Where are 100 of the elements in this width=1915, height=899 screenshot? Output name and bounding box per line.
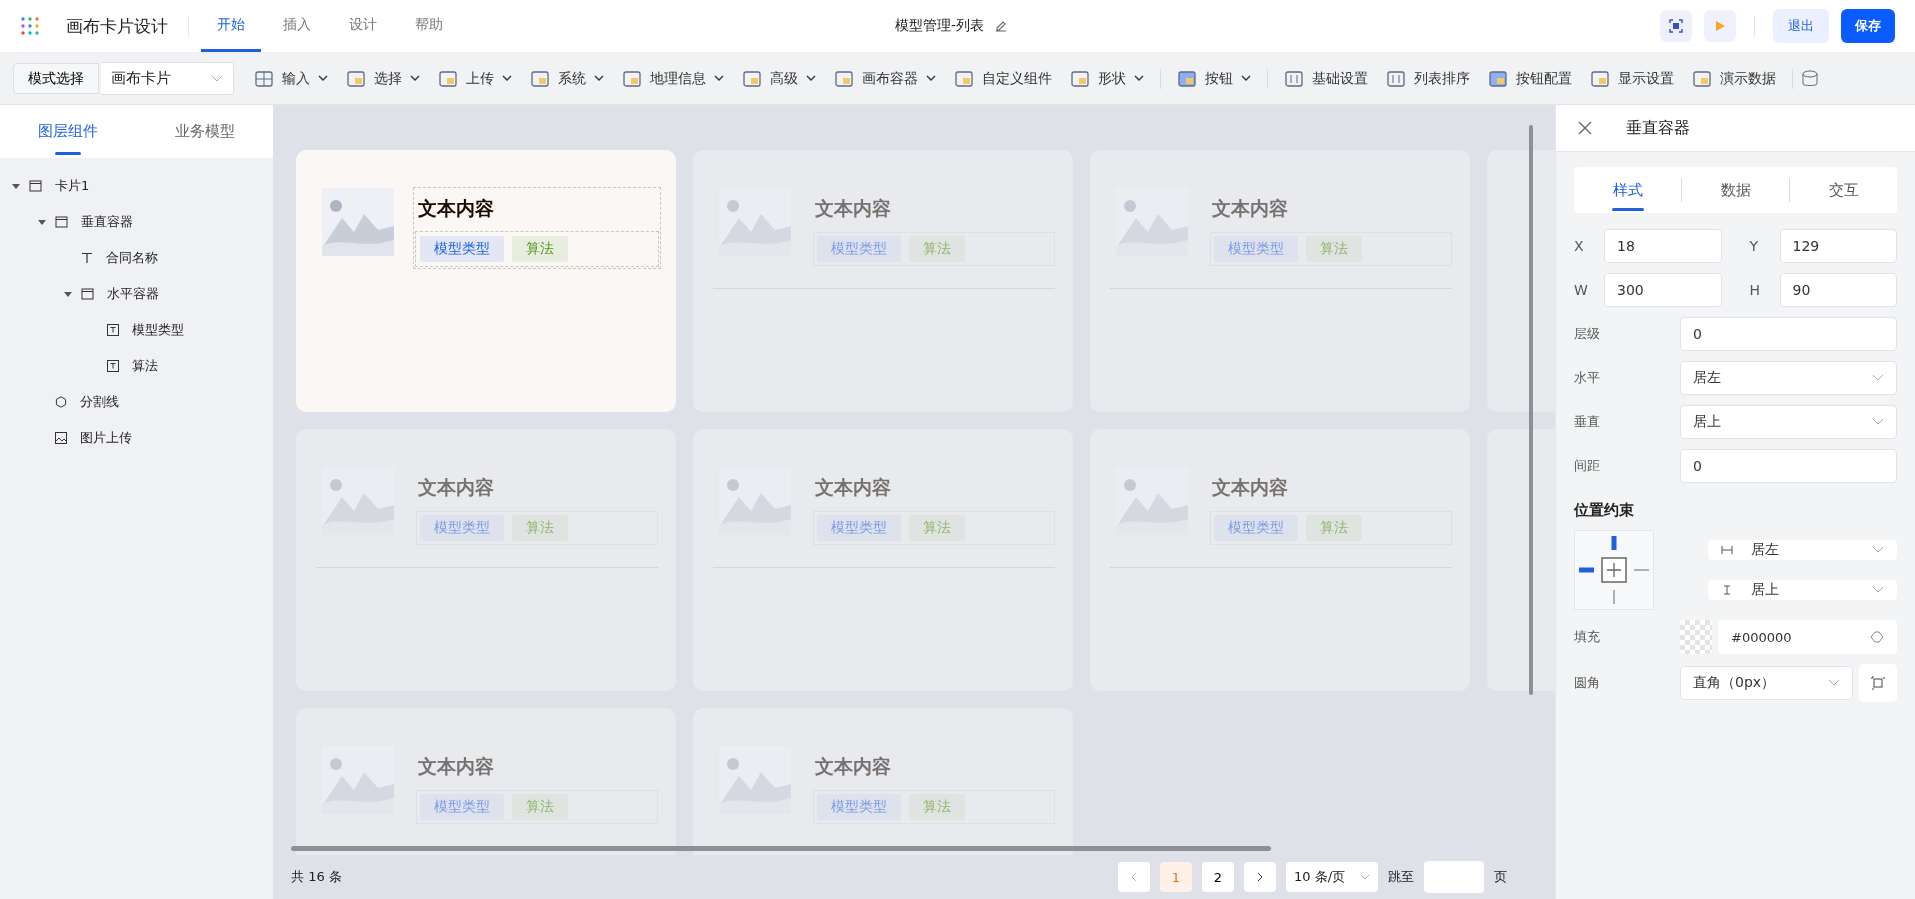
- save-button[interactable]: 保存: [1841, 9, 1895, 43]
- focus-button[interactable]: [1660, 10, 1692, 42]
- total-count: 共 16 条: [291, 868, 342, 886]
- layer-item[interactable]: 水平容器: [107, 285, 159, 303]
- toolbar-item[interactable]: 演示数据: [1684, 61, 1784, 96]
- tag: 模型类型: [1214, 236, 1298, 262]
- panel-icon: [622, 68, 642, 89]
- layer-item[interactable]: 垂直容器: [81, 213, 133, 231]
- toolbar-item[interactable]: 输入: [246, 61, 336, 96]
- focus-icon: [1669, 19, 1683, 33]
- toolbar-item[interactable]: 按钮: [1169, 61, 1259, 96]
- panel-tab[interactable]: 图层组件: [0, 105, 137, 158]
- toolbar-item[interactable]: 形状: [1062, 61, 1152, 96]
- dropdown[interactable]: 居上: [1708, 580, 1897, 600]
- panel-icon: [1177, 68, 1197, 89]
- play-button[interactable]: [1704, 10, 1736, 42]
- toolbar-item[interactable]: 系统: [522, 61, 612, 96]
- tag: 模型类型: [420, 515, 504, 541]
- card-title: 文本内容: [814, 196, 892, 221]
- layer-item[interactable]: 分割线: [80, 393, 119, 411]
- card-title: 文本内容: [1211, 475, 1289, 500]
- caret-icon[interactable]: [38, 218, 46, 226]
- page-button[interactable]: 2: [1202, 862, 1234, 892]
- dropdown[interactable]: 居左: [1680, 361, 1897, 395]
- mode-select-button[interactable]: 模式选择: [13, 63, 99, 94]
- text-box-icon: [107, 324, 119, 336]
- panel-title: 垂直容器: [1626, 117, 1690, 139]
- tag: 算法: [512, 794, 568, 820]
- tag: 模型类型: [817, 794, 901, 820]
- toolbar-item[interactable]: 画布容器: [826, 61, 944, 96]
- tag: 算法: [1306, 236, 1362, 262]
- layer-item[interactable]: 模型类型: [132, 321, 184, 339]
- tag: 模型类型: [420, 236, 504, 262]
- dropdown[interactable]: 直角（0px）: [1680, 666, 1853, 700]
- settings-tab[interactable]: 数据: [1682, 167, 1789, 213]
- app-grid-icon[interactable]: [20, 16, 40, 36]
- field-label: Y: [1749, 238, 1760, 254]
- height-icon: [1721, 585, 1733, 595]
- list-card[interactable]: 文本内容 模型类型 算法: [693, 429, 1073, 691]
- list-card[interactable]: 文本内容 模型类型 算法: [693, 708, 1073, 855]
- field-label: 间距: [1574, 457, 1601, 475]
- grid-icon: [254, 68, 274, 89]
- list-card[interactable]: 文本内容 模型类型 算法: [693, 150, 1073, 412]
- number-field[interactable]: 90: [1779, 273, 1897, 307]
- number-field[interactable]: 300: [1604, 273, 1722, 307]
- toolbar-item[interactable]: 上传: [430, 61, 520, 96]
- number-field[interactable]: 129: [1779, 229, 1897, 263]
- layer-item[interactable]: 图片上传: [80, 429, 132, 447]
- database-icon[interactable]: [1801, 68, 1821, 89]
- nav-tab[interactable]: 设计: [333, 0, 393, 52]
- color-swatch[interactable]: [1680, 620, 1712, 654]
- list-card[interactable]: 文本内容 模型类型 算法: [1090, 429, 1470, 691]
- list-card[interactable]: 文本内容 模型类型 算法: [296, 708, 676, 855]
- toolbar-item[interactable]: 列表排序: [1378, 61, 1478, 96]
- toolbar-item[interactable]: 自定义组件: [946, 61, 1060, 96]
- list-card[interactable]: 文本内容 模型类型 算法: [1090, 150, 1470, 412]
- corner-button[interactable]: [1859, 664, 1897, 702]
- settings-tab[interactable]: 交互: [1790, 167, 1897, 213]
- layer-item[interactable]: 卡片1: [55, 177, 90, 195]
- dropdown[interactable]: 居上: [1680, 405, 1897, 439]
- nav-tab[interactable]: 插入: [267, 0, 327, 52]
- toolbar-item[interactable]: 显示设置: [1582, 61, 1682, 96]
- toolbar-item[interactable]: 按钮配置: [1480, 61, 1580, 96]
- page-input[interactable]: [1424, 861, 1484, 893]
- exit-button[interactable]: 退出: [1773, 9, 1829, 43]
- toolbar-item[interactable]: 地理信息: [614, 61, 732, 96]
- caret-icon[interactable]: [12, 182, 20, 190]
- panel-tab[interactable]: 业务模型: [136, 105, 273, 158]
- constraint-widget[interactable]: [1574, 530, 1654, 610]
- list-card[interactable]: 文本内容 模型类型 算法: [296, 150, 676, 412]
- image-placeholder: [322, 188, 394, 256]
- number-field[interactable]: 18: [1604, 229, 1722, 263]
- page-size-select[interactable]: 10 条/页: [1286, 862, 1378, 892]
- toolbar-item[interactable]: 高级: [734, 61, 824, 96]
- dropdown[interactable]: 居左: [1708, 540, 1897, 560]
- close-icon[interactable]: [1578, 121, 1592, 135]
- panel-icon: [742, 68, 762, 89]
- layer-item[interactable]: 合同名称: [106, 249, 158, 267]
- settings-tab[interactable]: 样式: [1574, 167, 1681, 213]
- scrollbar[interactable]: [291, 846, 1271, 851]
- list-card[interactable]: 文本内容 模型类型 算法: [296, 429, 676, 691]
- width-icon: [1721, 545, 1733, 555]
- tag: 模型类型: [817, 236, 901, 262]
- toolbar-item[interactable]: 基础设置: [1276, 61, 1376, 96]
- caret-icon[interactable]: [64, 290, 72, 298]
- text-icon: [81, 252, 93, 264]
- field-label: 垂直: [1574, 413, 1601, 431]
- input-field[interactable]: 0: [1680, 449, 1897, 483]
- card-title: 文本内容: [417, 754, 495, 779]
- layer-item[interactable]: 算法: [132, 357, 158, 375]
- edit-icon[interactable]: [994, 19, 1009, 33]
- panel-icon: [834, 68, 854, 89]
- page-unit-label: 页: [1494, 868, 1507, 886]
- mode-dropdown[interactable]: 画布卡片: [101, 62, 234, 95]
- input-field[interactable]: 0: [1680, 317, 1897, 351]
- toolbar-item[interactable]: 选择: [338, 61, 428, 96]
- color-field[interactable]: #000000: [1718, 620, 1897, 654]
- field-label: 圆角: [1574, 674, 1601, 692]
- scrollbar[interactable]: [1529, 125, 1533, 695]
- nav-tab[interactable]: 帮助: [399, 0, 459, 52]
